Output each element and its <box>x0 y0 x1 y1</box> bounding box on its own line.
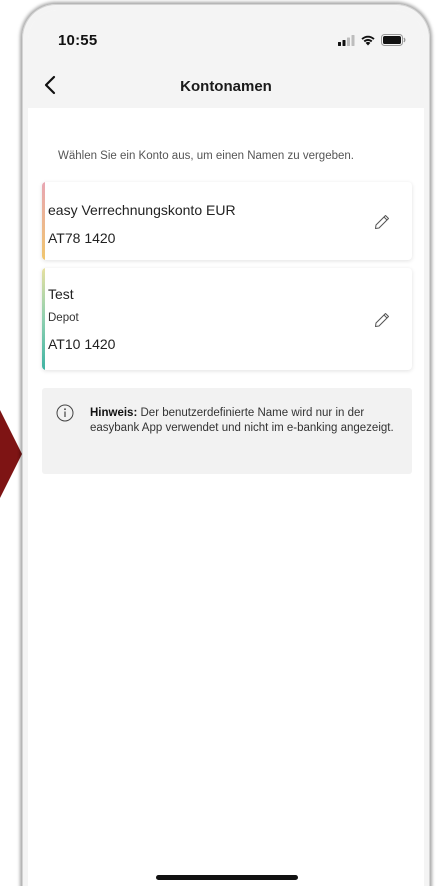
edit-name-button[interactable] <box>374 312 390 328</box>
account-card-1[interactable]: easy Verrechnungskonto EUR AT78 1420 <box>42 182 412 260</box>
wifi-icon <box>361 35 375 46</box>
home-indicator[interactable] <box>156 875 298 880</box>
pencil-icon <box>375 215 389 229</box>
edit-name-button[interactable] <box>374 214 390 230</box>
hint-text: Hinweis: Der benutzerdefinierte Name wir… <box>90 406 395 435</box>
app-screen: 10:55 Kontonamen Wählen Sie ein Konto au… <box>28 10 424 886</box>
header-area: 10:55 Kontonamen <box>28 10 424 108</box>
battery-icon <box>381 34 406 46</box>
hint-label: Hinweis: <box>90 407 138 419</box>
account-iban: AT78 1420 <box>48 230 116 246</box>
intro-text: Wählen Sie ein Konto aus, um einen Namen… <box>58 150 354 162</box>
account-accent-bar <box>42 268 45 370</box>
pencil-icon <box>375 313 389 327</box>
phone-frame: 10:55 Kontonamen Wählen Sie ein Konto au… <box>22 4 430 886</box>
page-title: Kontonamen <box>180 78 272 95</box>
status-icons <box>338 34 406 46</box>
account-accent-bar <box>42 182 45 260</box>
cellular-signal-icon <box>338 34 355 46</box>
account-card-2[interactable]: Test Depot AT10 1420 <box>42 268 412 370</box>
edge-arrow-decoration <box>0 410 22 498</box>
account-name: easy Verrechnungskonto EUR <box>48 202 236 218</box>
info-icon <box>56 404 74 422</box>
account-type: Depot <box>48 312 79 324</box>
account-iban: AT10 1420 <box>48 336 116 352</box>
status-time: 10:55 <box>58 32 98 49</box>
hint-box: Hinweis: Der benutzerdefinierte Name wir… <box>42 388 412 474</box>
stage: 10:55 Kontonamen Wählen Sie ein Konto au… <box>0 0 437 886</box>
account-name: Test <box>48 286 74 302</box>
